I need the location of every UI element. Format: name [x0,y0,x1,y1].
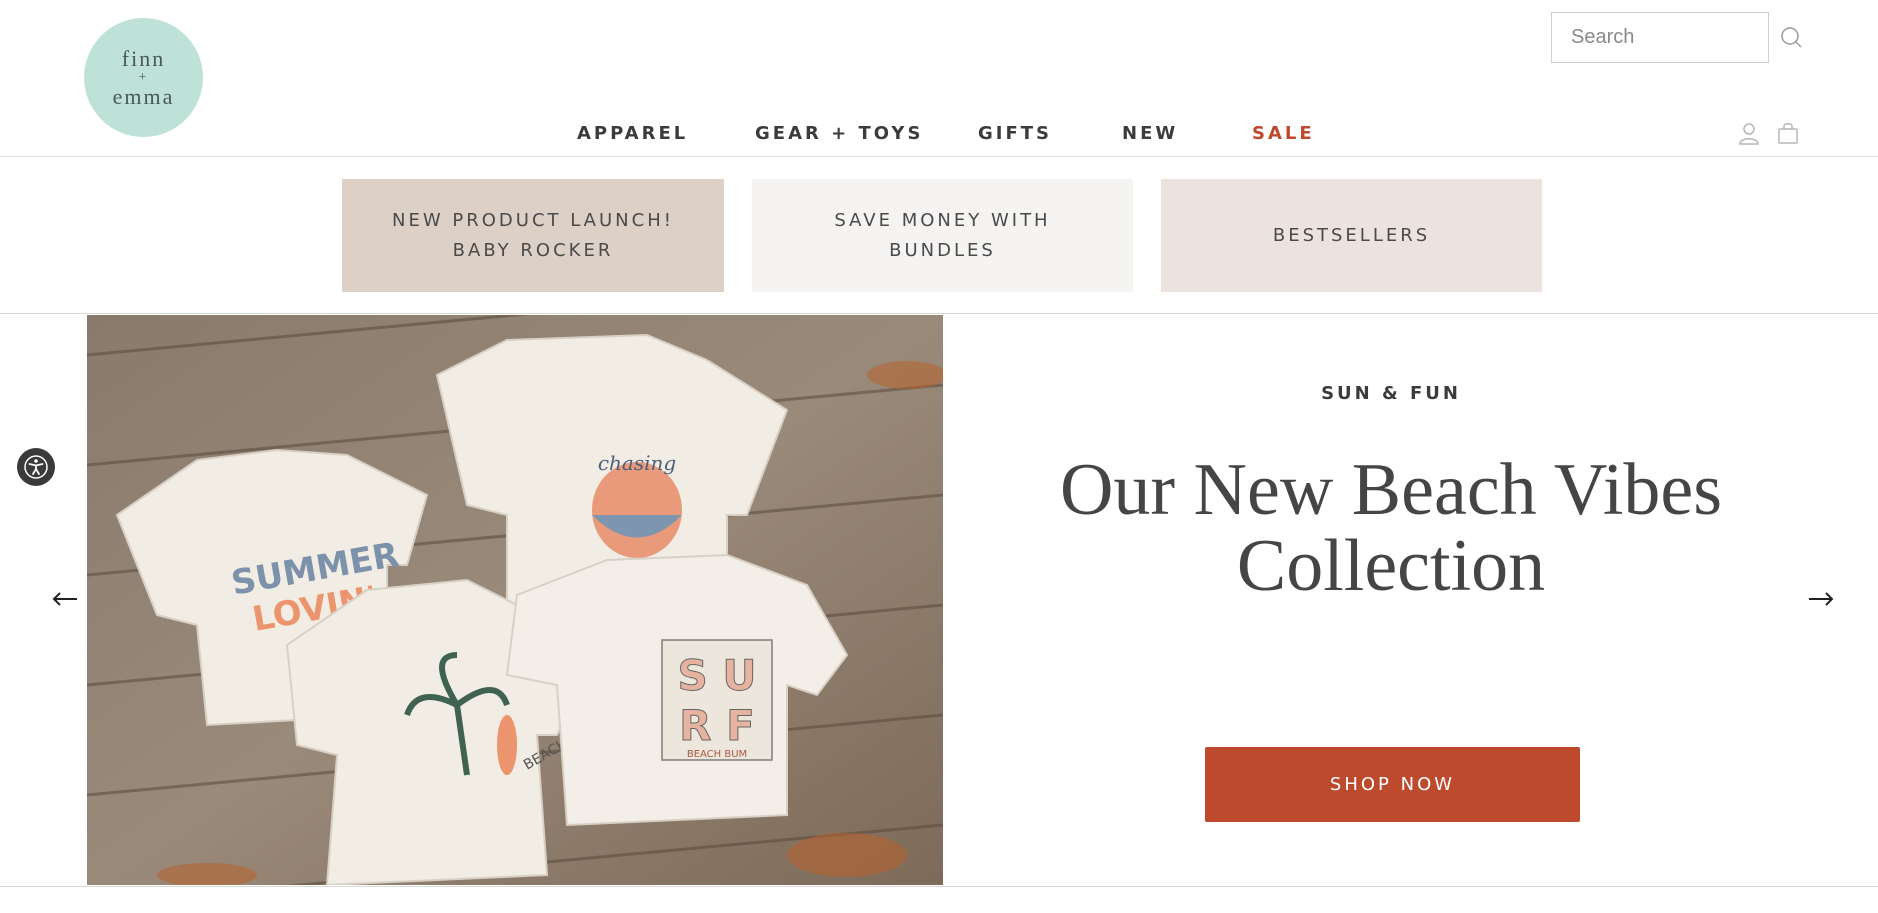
shop-now-button[interactable]: SHOP NOW [1205,747,1580,822]
site-header: finn + emma APPAREL GEAR + TOYS GIFTS NE… [0,0,1878,157]
brand-logo[interactable]: finn + emma [84,18,203,137]
hero-headline-line1: Our New Beach Vibes [1059,449,1723,531]
hero-headline: Our New Beach Vibes Collection [943,452,1839,604]
promo-tile-bundles[interactable]: SAVE MONEY WITH BUNDLES [752,179,1133,292]
promo-tile-line1: NEW PRODUCT LAUNCH! [392,209,674,231]
search-icon[interactable] [1780,26,1802,48]
arrow-left-icon[interactable] [50,584,80,614]
nav-item-sale[interactable]: SALE [1252,123,1315,144]
svg-text:BEACH BUM: BEACH BUM [687,749,747,760]
search-input[interactable] [1571,26,1751,49]
promo-tile-bestsellers[interactable]: BESTSELLERS [1161,179,1542,292]
search-box [1551,12,1769,63]
nav-item-apparel[interactable]: APPAREL [577,123,688,144]
accessibility-icon [24,455,48,479]
accessibility-button[interactable] [17,448,55,486]
svg-text:S U: S U [678,651,757,700]
hero-bottom-divider [0,886,1878,887]
promo-tiles: NEW PRODUCT LAUNCH! BABY ROCKER SAVE MON… [0,157,1878,314]
hero-photo-illustration: chasing SUMMER LOVIN' BEACH VIBES S U R … [87,315,943,885]
nav-item-gear-toys[interactable]: GEAR + TOYS [755,123,923,144]
logo-text-emma: emma [112,83,175,109]
promo-tile-line1: BESTSELLERS [1272,224,1431,246]
svg-text:R F: R F [679,701,755,750]
svg-text:chasing: chasing [598,451,676,475]
promo-tile-line1: SAVE MONEY WITH [834,209,1051,231]
main-navigation: APPAREL GEAR + TOYS GIFTS NEW SALE [0,123,1878,149]
hero-headline-line2: Collection [1236,525,1546,607]
nav-item-new[interactable]: NEW [1122,123,1178,144]
account-icon[interactable] [1738,121,1760,145]
hero-image: chasing SUMMER LOVIN' BEACH VIBES S U R … [87,315,943,885]
promo-tile-line2: BUNDLES [889,239,996,261]
nav-item-gifts[interactable]: GIFTS [978,123,1052,144]
hero-eyebrow: SUN & FUN [1321,383,1461,404]
cart-icon[interactable] [1776,121,1800,145]
logo-text-finn: finn [121,45,166,71]
promo-tile-line2: BABY ROCKER [452,239,614,261]
promo-tile-baby-rocker[interactable]: NEW PRODUCT LAUNCH! BABY ROCKER [342,179,724,292]
